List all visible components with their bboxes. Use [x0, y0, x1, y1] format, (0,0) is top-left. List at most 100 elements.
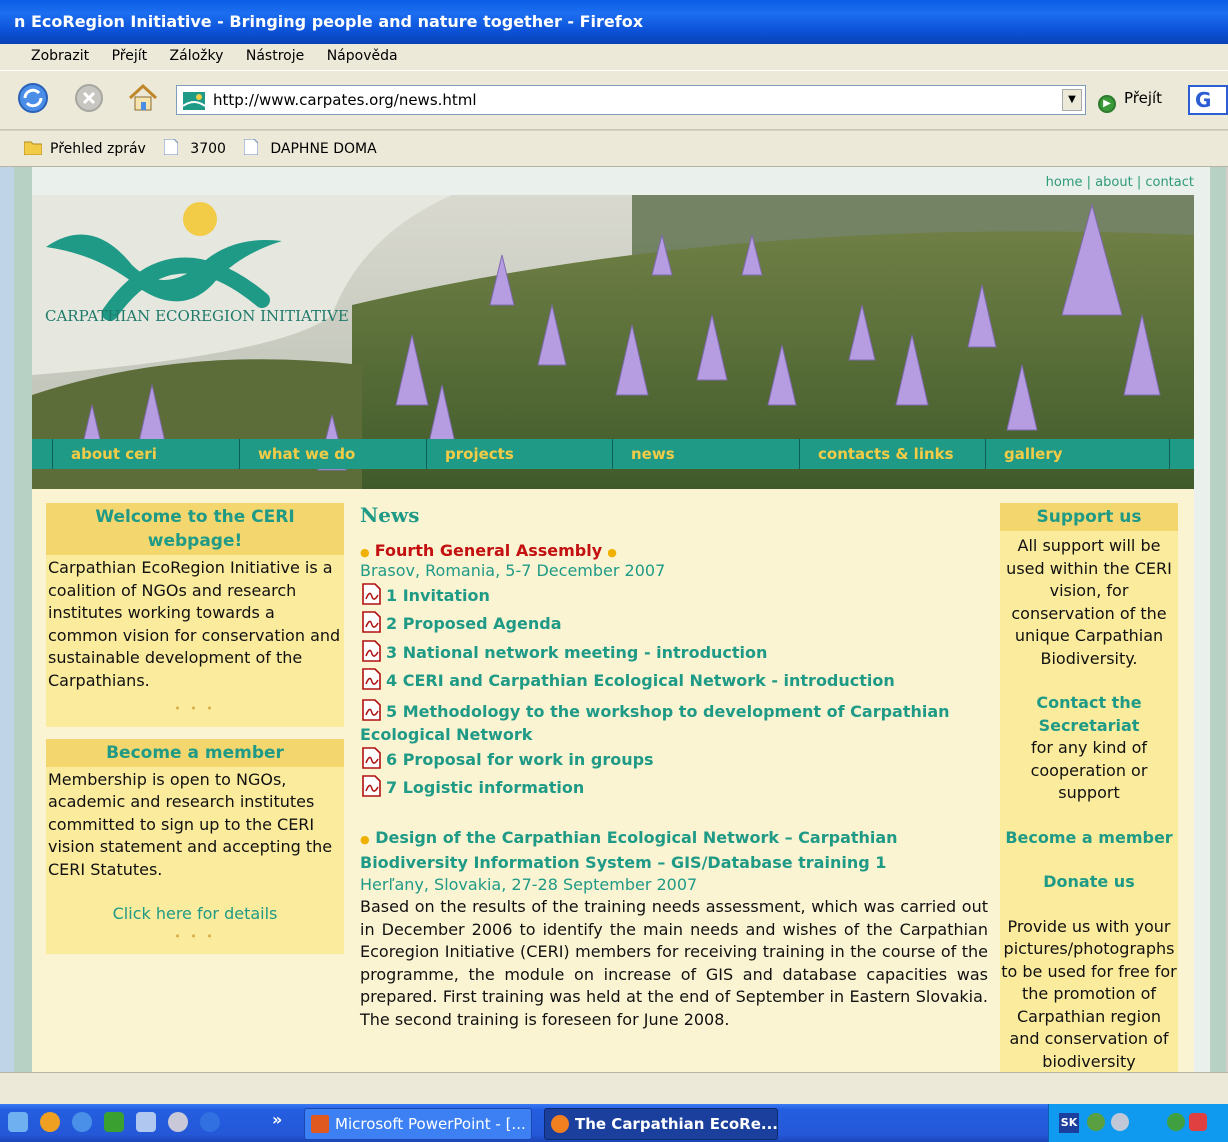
go-arrow-icon: ▶	[1098, 95, 1116, 113]
tab-contacts-links[interactable]: contacts & links	[799, 439, 985, 469]
news-place-2: Herľany, Slovakia, 27-28 September 2007	[360, 875, 698, 895]
window-title: n EcoRegion Initiative - Bringing people…	[0, 0, 1228, 44]
navigation-toolbar: http://www.carpates.org/news.html ▼ ▶ Pře…	[0, 70, 1228, 130]
menu-bookmarks[interactable]: Záložky	[170, 44, 224, 68]
url-dropdown-icon[interactable]: ▼	[1062, 89, 1082, 111]
separator: |	[1132, 175, 1146, 190]
stop-icon[interactable]	[72, 81, 106, 115]
member-heading: Become a member	[46, 738, 344, 767]
pdf-icon	[360, 668, 382, 691]
welcome-text: Carpathian EcoRegion Initiative is a coa…	[48, 558, 341, 690]
doc-link-2[interactable]: 2 Proposed Agenda	[360, 610, 988, 638]
support-box: All support will be used within the CERI…	[1000, 531, 1178, 1072]
task-powerpoint[interactable]: Microsoft PowerPoint - [...	[304, 1108, 532, 1140]
pdf-icon	[360, 698, 382, 721]
contact-link[interactable]: contact	[1145, 175, 1194, 190]
folder-icon	[23, 133, 43, 156]
bookmark-label: 3700	[190, 141, 226, 157]
support-text-3: Provide us with your pictures/photograph…	[1001, 916, 1177, 1071]
bullet-icon: ●	[607, 546, 617, 559]
contact-secretariat-link[interactable]: Contact the Secretariat	[1000, 692, 1178, 737]
news-place-1: Brasov, Romania, 5-7 December 2007	[360, 561, 666, 580]
antivirus-icon[interactable]	[1167, 1113, 1185, 1131]
ie-icon[interactable]	[200, 1112, 220, 1132]
mail-icon[interactable]	[168, 1112, 188, 1132]
tab-gallery[interactable]: gallery	[985, 439, 1170, 469]
welcome-heading: Welcome to the CERI webpage!	[46, 503, 344, 555]
doc-label: 3 National network meeting - introductio…	[386, 642, 768, 662]
quicklaunch-chevron[interactable]: »	[272, 1110, 282, 1129]
tab-news[interactable]: news	[612, 439, 799, 469]
member-box: Membership is open to NGOs, academic and…	[46, 766, 344, 954]
main-nav: about ceri what we do projects news cont…	[32, 439, 1194, 469]
news-text-2: Based on the results of the training nee…	[360, 897, 988, 1029]
separator: |	[1082, 175, 1096, 190]
doc-link-1[interactable]: 1 Invitation	[360, 582, 988, 610]
member-details-link[interactable]: Click here for details	[48, 903, 342, 926]
doc-link-7[interactable]: 7 Logistic information	[360, 774, 988, 802]
doc-link-3[interactable]: 3 National network meeting - introductio…	[360, 639, 988, 667]
doc-link-4[interactable]: 4 CERI and Carpathian Ecological Network…	[360, 667, 988, 695]
left-column: Welcome to the CERI webpage! Carpathian …	[46, 503, 344, 954]
task-firefox[interactable]: The Carpathian EcoRe...	[544, 1108, 778, 1140]
pdf-icon	[360, 611, 382, 634]
about-link[interactable]: about	[1095, 175, 1133, 190]
donate-link[interactable]: Donate us	[1000, 871, 1178, 894]
become-member-link[interactable]: Become a member	[1000, 827, 1178, 850]
task-label: Microsoft PowerPoint - [...	[335, 1115, 526, 1133]
doc-label: 6 Proposal for work in groups	[386, 749, 654, 769]
security-alert-icon[interactable]	[1189, 1113, 1207, 1131]
network-icon[interactable]	[1111, 1113, 1129, 1131]
bookmark-folder-news[interactable]: Přehled zpráv	[23, 131, 146, 167]
tray-app-icon[interactable]	[1087, 1113, 1105, 1131]
doc-label: 5 Methodology to the workshop to develop…	[360, 701, 950, 744]
logo-text: CARPATHIAN ECOREGION INITIATIVE	[45, 307, 349, 325]
doc-link-5[interactable]: 5 Methodology to the workshop to develop…	[360, 698, 988, 746]
member-dots: • • •	[174, 929, 216, 943]
tab-about-ceri[interactable]: about ceri	[52, 439, 239, 469]
outlook-icon[interactable]	[40, 1112, 60, 1132]
page-icon	[163, 133, 182, 156]
site-favicon-icon	[182, 91, 206, 110]
google-search-box[interactable]: G	[1188, 85, 1228, 115]
app-icon[interactable]	[104, 1112, 124, 1132]
member-text: Membership is open to NGOs, academic and…	[48, 769, 333, 879]
doc-label: 2 Proposed Agenda	[386, 614, 562, 634]
language-indicator[interactable]: SK	[1059, 1113, 1079, 1133]
menu-go[interactable]: Přejít	[112, 44, 148, 68]
menu-help[interactable]: Nápověda	[327, 44, 398, 68]
tab-projects[interactable]: projects	[426, 439, 612, 469]
header-banner: CARPATHIAN ECOREGION INITIATIVE about ce…	[32, 195, 1194, 495]
menu-view[interactable]: Zobrazit	[31, 44, 89, 68]
url-bar[interactable]: http://www.carpates.org/news.html ▼	[176, 85, 1086, 115]
bookmark-daphne-doma[interactable]: DAPHNE DOMA	[243, 131, 377, 167]
quicklaunch-icon[interactable]	[8, 1112, 28, 1132]
menu-tools[interactable]: Nástroje	[246, 44, 304, 68]
pdf-icon	[360, 775, 382, 797]
menu-bar: Zobrazit Přejít Záložky Nástroje Nápověd…	[0, 44, 1228, 70]
news-headline-2[interactable]: ● Design of the Carpathian Ecological Ne…	[360, 826, 988, 874]
bookmarks-toolbar: Přehled zpráv 3700 DAPHNE DOMA	[0, 131, 1228, 167]
doc-label: 7 Logistic information	[386, 778, 585, 798]
carpates-site: home | about | contact CARPATHIAN ECOREG…	[32, 167, 1210, 1072]
page-icon	[243, 133, 262, 156]
news-title: News	[360, 503, 420, 527]
home-link[interactable]: home	[1046, 175, 1083, 190]
notepad-icon[interactable]	[136, 1112, 156, 1132]
bookmark-3700[interactable]: 3700	[163, 131, 226, 167]
support-text-1: All support will be used within the CERI…	[1006, 536, 1172, 668]
doc-link-6[interactable]: 6 Proposal for work in groups	[360, 746, 988, 774]
page-viewport[interactable]: home | about | contact CARPATHIAN ECOREG…	[14, 167, 1226, 1072]
go-label: Přejít	[1124, 89, 1163, 107]
news-column: News ● Fourth General Assembly ● Brasov,…	[360, 503, 988, 1031]
status-bar	[0, 1072, 1228, 1104]
bookmark-label: Přehled zpráv	[50, 141, 146, 157]
news-item-2: ● Design of the Carpathian Ecological Ne…	[360, 826, 988, 1031]
go-button[interactable]: ▶ Přejít	[1098, 89, 1162, 113]
home-icon[interactable]	[126, 81, 160, 115]
tab-what-we-do[interactable]: what we do	[239, 439, 426, 469]
reload-icon[interactable]	[16, 81, 50, 115]
news-headline-2-text: Design of the Carpathian Ecological Netw…	[360, 828, 898, 873]
browser-icon[interactable]	[72, 1112, 92, 1132]
news-item-1: ● Fourth General Assembly ● Brasov, Roma…	[360, 541, 988, 802]
